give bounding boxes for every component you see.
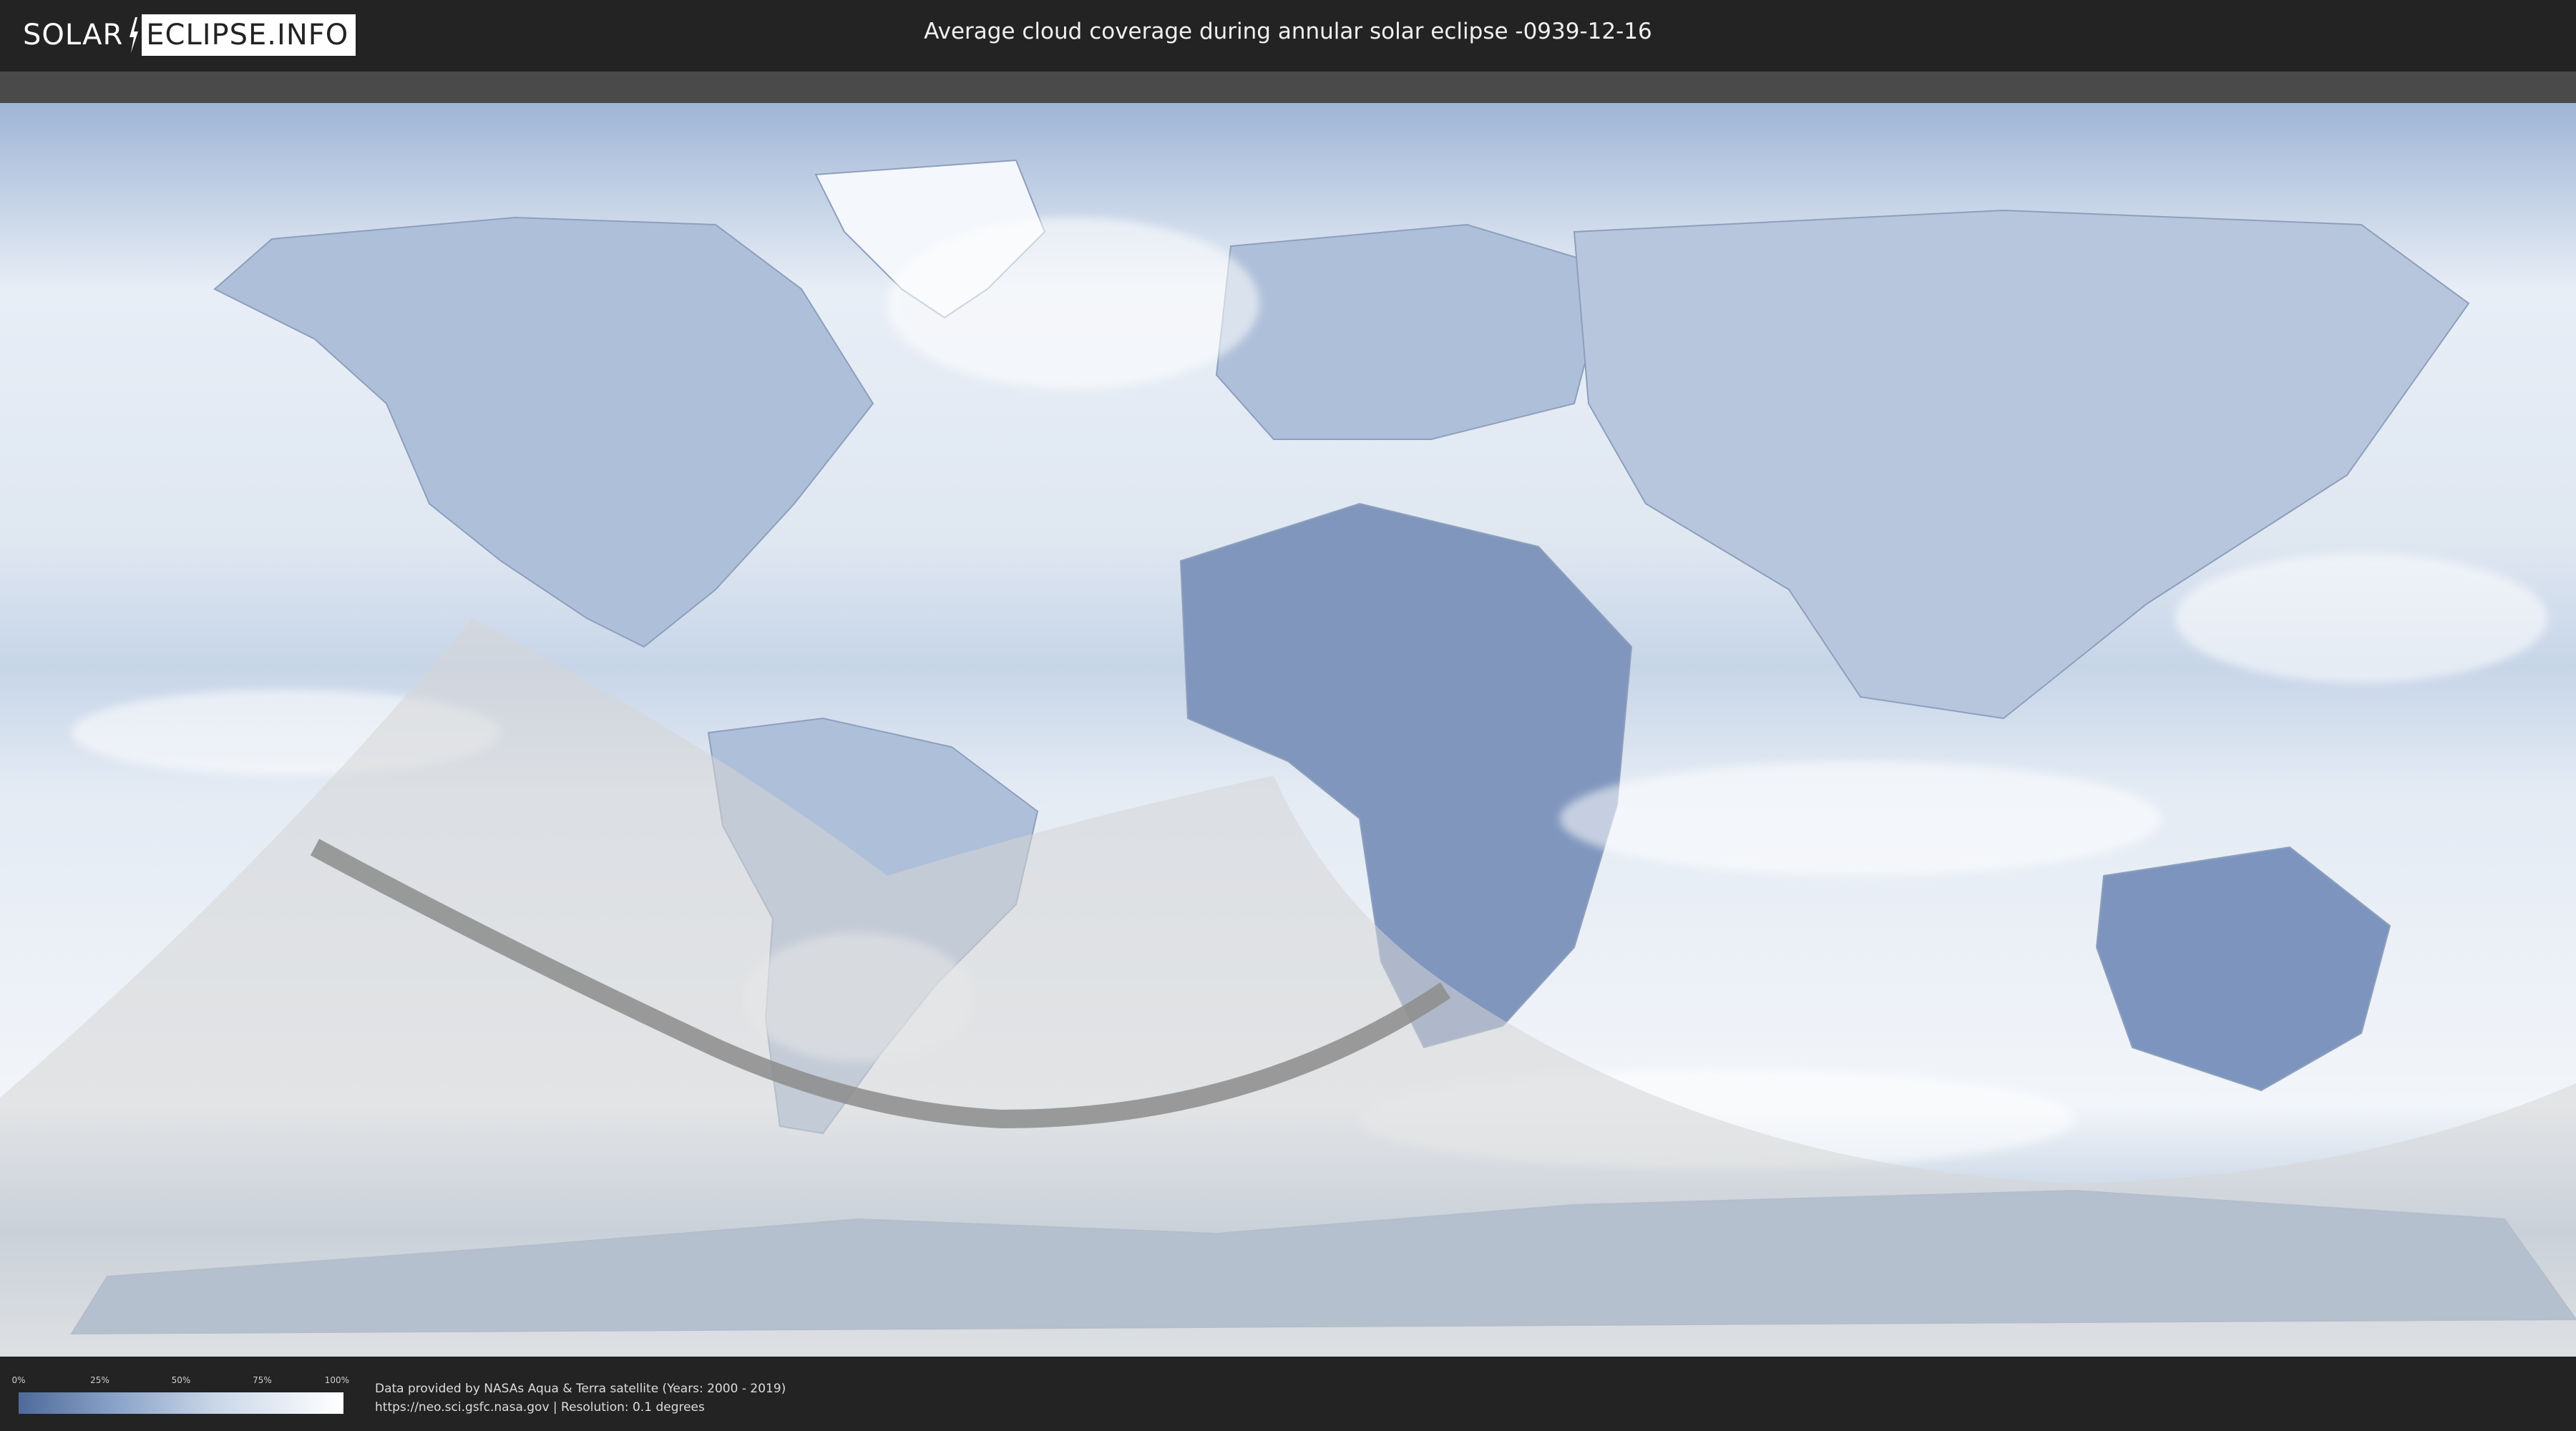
- credit-line-url[interactable]: https://neo.sci.gsfc.nasa.gov | Resoluti…: [375, 1398, 786, 1417]
- map-svg: [0, 103, 2576, 1357]
- legend-tick: 0%: [11, 1375, 26, 1385]
- legend-tick-labels: 0% 25% 50% 75% 100%: [11, 1375, 349, 1387]
- legend-tick: 50%: [171, 1375, 191, 1385]
- top-bar: SOLAR ECLIPSE.INFO Average cloud coverag…: [0, 0, 2576, 72]
- map-top-strip: [0, 72, 2576, 103]
- legend-tick: 100%: [324, 1375, 350, 1385]
- legend-tick: 25%: [90, 1375, 109, 1385]
- legend-tick: 75%: [253, 1375, 272, 1385]
- cloud-coverage-map[interactable]: [0, 103, 2576, 1357]
- credit-line-source: Data provided by NASAs Aqua & Terra sate…: [375, 1382, 786, 1396]
- cloud-coverage-legend-bar: [19, 1392, 343, 1414]
- data-credit: Data provided by NASAs Aqua & Terra sate…: [375, 1379, 786, 1417]
- page-title: Average cloud coverage during annular so…: [924, 19, 1652, 44]
- europe: [1215, 223, 1611, 440]
